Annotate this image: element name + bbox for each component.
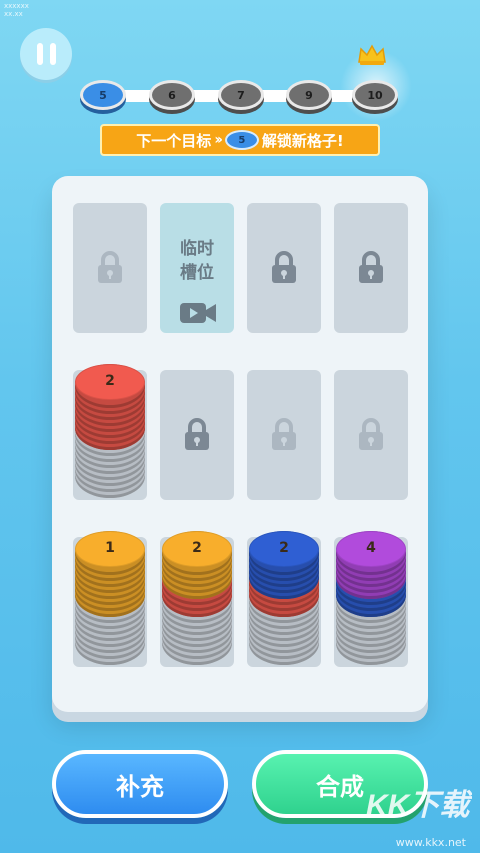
slot-stack[interactable]: 2: [160, 531, 234, 667]
slot-locked[interactable]: [334, 370, 408, 500]
slot-locked[interactable]: [73, 203, 147, 333]
disc-stack: 2: [160, 531, 234, 667]
slot-stack[interactable]: 2: [73, 364, 147, 500]
game-board: 临时 槽位 2 1 2 2 4: [52, 176, 428, 712]
disc-stack: 4: [334, 531, 408, 667]
lock-icon: [185, 418, 209, 450]
banner-suffix: 解锁新格子!: [261, 131, 344, 150]
banner-prefix: 下一个目标: [136, 131, 212, 150]
banner-target-coin: 5: [224, 130, 259, 150]
level-coin-current: 5: [80, 80, 126, 110]
slot-temp-video[interactable]: 临时 槽位: [160, 203, 234, 333]
level-progress: 5 6 7 9 10: [80, 76, 400, 116]
slot-locked[interactable]: [247, 203, 321, 333]
disc-stack: 1: [73, 531, 147, 667]
disc: 2: [162, 531, 232, 575]
watermark-logo: KK下载: [366, 789, 472, 822]
disc-value: 2: [192, 540, 202, 556]
disc-value: 4: [366, 540, 376, 556]
disc-value: 1: [105, 540, 115, 556]
slot-stack[interactable]: 4: [334, 531, 408, 667]
disc-stack: 2: [73, 364, 147, 500]
slot-locked[interactable]: [334, 203, 408, 333]
level-coin: 9: [286, 80, 332, 110]
lock-icon: [359, 418, 383, 450]
slot-locked[interactable]: [160, 370, 234, 500]
disc: 4: [336, 531, 406, 575]
chevron-right-icon: ››: [214, 132, 222, 148]
watermark-url: www.kkx.net: [395, 836, 466, 849]
disc-stack: 2: [247, 531, 321, 667]
next-goal-banner: 下一个目标 ›› 5 解锁新格子!: [100, 124, 380, 156]
disc-value: 2: [279, 540, 289, 556]
temp-slot-label: 临时 槽位: [180, 239, 214, 283]
lock-icon: [272, 418, 296, 450]
disc: 2: [75, 364, 145, 408]
svg-text:KK下载: KK下载: [366, 789, 472, 822]
disc-value: 2: [105, 373, 115, 389]
lock-icon: [359, 251, 383, 283]
level-coin: 6: [149, 80, 195, 110]
slot-stack[interactable]: 2: [247, 531, 321, 667]
video-icon: [180, 303, 216, 323]
lock-icon: [272, 251, 296, 283]
level-coin-goal: 10: [352, 80, 398, 110]
corner-logo: xxxxxx xx.xx: [4, 2, 29, 18]
refill-button[interactable]: 补充: [52, 750, 228, 818]
crown-icon: [358, 44, 386, 65]
level-coin: 7: [218, 80, 264, 110]
disc: 2: [249, 531, 319, 575]
pause-icon: [36, 43, 43, 65]
slot-locked[interactable]: [247, 370, 321, 500]
slot-stack[interactable]: 1: [73, 531, 147, 667]
pause-button[interactable]: [20, 28, 72, 80]
disc: 1: [75, 531, 145, 575]
lock-icon: [98, 251, 122, 283]
